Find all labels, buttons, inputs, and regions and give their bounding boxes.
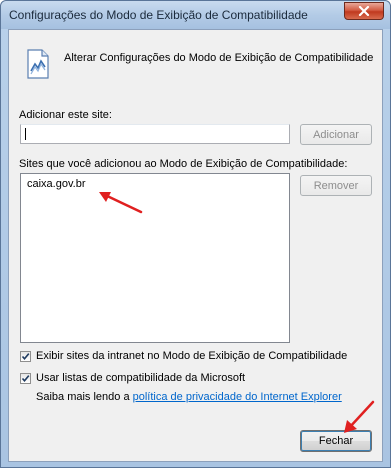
add-button[interactable]: Adicionar [300,124,372,145]
add-site-label: Adicionar este site: [19,109,112,121]
site-list[interactable]: caixa.gov.br [20,173,290,343]
checkmark-icon [21,374,30,382]
privacy-line: Saiba mais lendo a política de privacida… [36,391,342,403]
dialog-window: Configurações do Modo de Exibição de Com… [0,0,391,468]
intranet-option[interactable]: Exibir sites da intranet no Modo de Exib… [20,350,347,362]
microsoft-lists-option-label: Usar listas de compatibilidade da Micros… [36,372,246,384]
privacy-prefix: Saiba mais lendo a [36,391,130,403]
checkmark-icon [21,352,30,360]
microsoft-lists-option[interactable]: Usar listas de compatibilidade da Micros… [20,372,245,384]
window-title: Configurações do Modo de Exibição de Com… [9,8,308,22]
remove-button-label: Remover [313,179,359,192]
text-caret [25,128,26,140]
annotation-arrow-site [99,192,143,214]
close-icon [358,6,370,16]
add-button-label: Adicionar [313,128,359,141]
remove-button[interactable]: Remover [300,175,372,196]
dialog-body: Alterar Configurações do Modo de Exibiçã… [8,29,383,462]
compatibility-view-icon [27,49,49,79]
add-site-input[interactable] [20,124,290,144]
site-list-label: Sites que você adicionou ao Modo de Exib… [19,158,348,170]
privacy-policy-link[interactable]: política de privacidade do Internet Expl… [133,391,342,403]
dialog-heading: Alterar Configurações do Modo de Exibiçã… [64,52,374,64]
intranet-option-label: Exibir sites da intranet no Modo de Exib… [36,350,348,362]
intranet-checkbox[interactable] [20,350,31,362]
add-site-label-text: Adicionar este site: [19,109,112,121]
title-bar[interactable]: Configurações do Modo de Exibição de Com… [1,1,390,29]
annotation-arrow-close [344,400,375,433]
close-window-button[interactable] [344,2,384,20]
microsoft-lists-checkbox[interactable] [20,372,31,384]
list-item[interactable]: caixa.gov.br [27,178,86,190]
